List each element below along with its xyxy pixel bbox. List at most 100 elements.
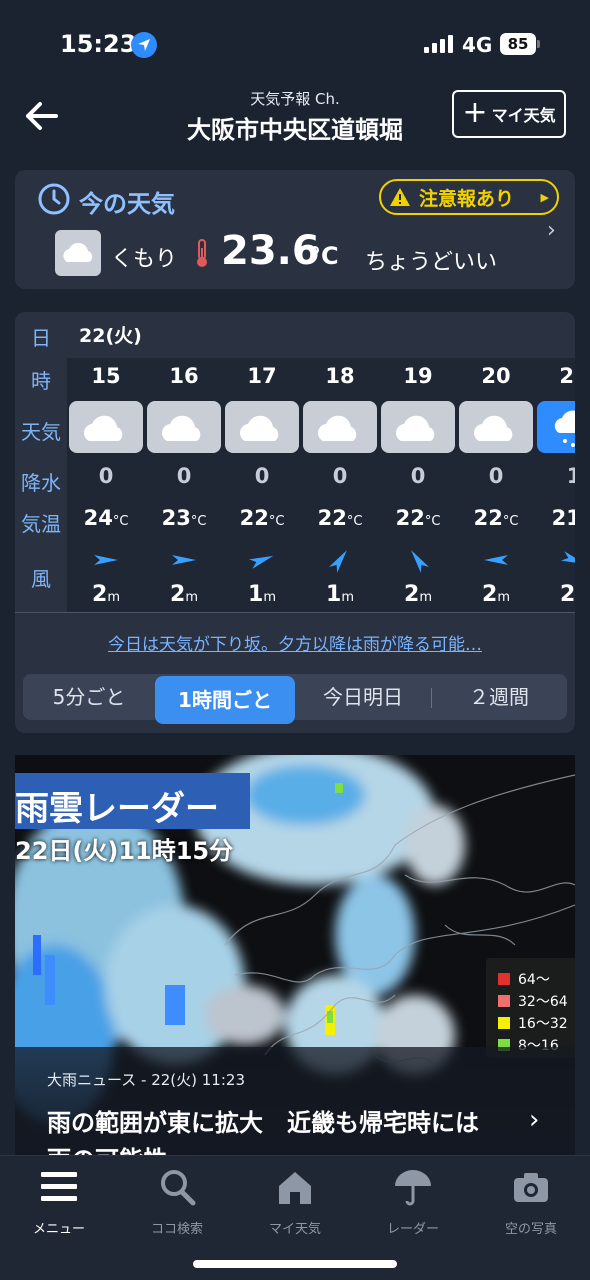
temp-value: 24°C — [83, 506, 129, 530]
feeling-text: ちょうどいい — [365, 250, 498, 275]
tab-label: メニュー — [32, 1222, 85, 1237]
wind-arrow-icon — [92, 546, 120, 574]
label-weather: 天気 — [21, 420, 61, 444]
interval-tab[interactable]: 5分ごと — [23, 674, 155, 720]
signal-icon — [424, 35, 454, 53]
legend-item: 32～64 — [498, 990, 568, 1012]
hour-label: 15 — [91, 364, 121, 388]
radar-legend: 64～ 32～64 16～32 8～16 — [486, 958, 575, 1058]
tab-search[interactable]: ココ検索 — [118, 1164, 236, 1244]
temp-unit: °C — [346, 514, 363, 529]
cloud-icon — [303, 401, 377, 453]
precip-value: 0 — [254, 464, 270, 488]
temp-unit: °C — [502, 514, 519, 529]
temp-value: 22°C — [239, 506, 285, 530]
hourly-grid[interactable]: 22(火) 15 0 24°C 2m 16 0 23°C 2m 17 0 22°C 1m 18 0 22°C… — [67, 312, 575, 612]
wind-unit: m — [185, 590, 198, 605]
tab-label: 空の写真 — [504, 1222, 557, 1237]
interval-tab[interactable]: 今日明日 — [295, 674, 431, 720]
hour-label: 17 — [247, 364, 277, 388]
hour-label: 16 — [169, 364, 199, 388]
legend-label: 32～64 — [518, 994, 568, 1010]
wind-unit: m — [497, 590, 510, 605]
hour-label: 21 — [559, 364, 575, 388]
location-arrow-icon — [131, 32, 157, 58]
temp-value: 22°C — [473, 506, 519, 530]
precip-value: 0 — [332, 464, 348, 488]
temp-unit: °C — [268, 514, 285, 529]
battery-icon: 85 — [500, 33, 536, 55]
legend-label: 64～ — [518, 972, 550, 988]
cloud-icon — [381, 401, 455, 453]
legend-item: 64～ — [498, 968, 550, 990]
current-conditions: くもり 23.6 °C ちょうどいい — [55, 228, 555, 280]
wind-speed: 1m — [326, 582, 354, 607]
battery-nub — [537, 40, 540, 48]
network-type: 4G — [462, 33, 493, 57]
interval-tabs: 5分ごと 1時間ごと 今日明日 ２週間 — [23, 674, 567, 724]
temp-unit: °C — [424, 514, 441, 529]
wind-arrow-icon — [326, 546, 354, 574]
legend-swatch — [498, 973, 510, 985]
cloud-icon — [147, 401, 221, 453]
search-icon — [157, 1166, 197, 1208]
interval-tab[interactable]: 1時間ごと — [155, 676, 295, 724]
legend-swatch — [498, 995, 510, 1007]
tab-label: ココ検索 — [150, 1222, 203, 1237]
cloud-icon — [69, 401, 143, 453]
precip-value: 0 — [488, 464, 504, 488]
current-temperature: 23.6 — [221, 228, 320, 274]
wind-speed: 2m — [482, 582, 510, 607]
news-banner[interactable]: 大雨ニュース - 22(火) 11:23 雨の範囲が東に拡大 近畿も帰宅時には … — [15, 1047, 575, 1155]
radar-timestamp: 22日(火)11時15分 — [15, 837, 234, 865]
forecast-summary-link[interactable]: 今日は天気が下り坂。夕方以降は雨が降る可能… — [15, 630, 575, 655]
hour-column: 20 0 22°C 2m — [457, 358, 535, 612]
forecast-date: 22(火) — [79, 325, 142, 347]
tab-umbrella[interactable]: レーダー — [354, 1164, 472, 1244]
wind-arrow-icon — [404, 546, 432, 574]
row-labels: 日 時 天気 降水 気温 風 — [15, 312, 67, 612]
hour-column: 17 0 22°C 1m — [223, 358, 301, 612]
interval-tab[interactable]: ２週間 — [431, 674, 567, 720]
tab-home[interactable]: マイ天気 — [236, 1164, 354, 1244]
label-wind: 風 — [31, 567, 51, 591]
wind-speed: 1m — [248, 582, 276, 607]
tab-label: レーダー — [386, 1222, 439, 1237]
wind-unit: m — [263, 590, 276, 605]
precip-value: 0 — [98, 464, 114, 488]
temperature-unit: °C — [309, 242, 339, 270]
hour-column: 19 0 22°C 2m — [379, 358, 457, 612]
temp-value: 22°C — [317, 506, 363, 530]
thermometer-icon — [193, 238, 211, 272]
add-my-weather-label: マイ天気 — [491, 106, 556, 125]
home-icon — [275, 1166, 315, 1208]
hour-column: 21 1 21°C 2m — [535, 358, 575, 612]
wind-arrow-icon — [248, 546, 276, 574]
legend-item: 16～32 — [498, 1012, 568, 1034]
precip-value: 1 — [566, 464, 575, 488]
precip-value: 0 — [410, 464, 426, 488]
add-my-weather-button[interactable]: + マイ天気 — [452, 90, 566, 138]
tab-camera[interactable]: 空の写真 — [472, 1164, 590, 1244]
condition-text: くもり — [111, 247, 178, 272]
wind-arrow-icon — [170, 546, 198, 574]
hour-column: 16 0 23°C 2m — [145, 358, 223, 612]
warning-badge[interactable]: 注意報あり ▶ — [379, 179, 559, 215]
tab-menu[interactable]: メニュー — [0, 1164, 118, 1244]
warning-icon — [390, 188, 410, 206]
hour-label: 19 — [403, 364, 433, 388]
wind-arrow-icon — [482, 546, 510, 574]
wind-speed: 2m — [170, 582, 198, 607]
current-weather-label: 今の天気 — [79, 190, 175, 218]
cloud-icon — [55, 230, 101, 276]
divider — [15, 612, 575, 613]
news-meta: 大雨ニュース - 22(火) 11:23 — [47, 1071, 245, 1089]
umbrella-icon — [393, 1166, 433, 1208]
rain-radar-card[interactable]: 雨雲レーダー 22日(火)11時15分 64～ 32～64 16～32 8～16 大雨… — [15, 755, 575, 1155]
wind-unit: m — [107, 590, 120, 605]
tab-separator — [431, 688, 432, 708]
wind-arrow-icon — [560, 546, 575, 574]
hour-label: 18 — [325, 364, 355, 388]
wind-unit: m — [419, 590, 432, 605]
current-weather-card[interactable]: 今の天気 注意報あり ▶ くもり 23.6 °C ちょうどいい › — [15, 170, 575, 289]
